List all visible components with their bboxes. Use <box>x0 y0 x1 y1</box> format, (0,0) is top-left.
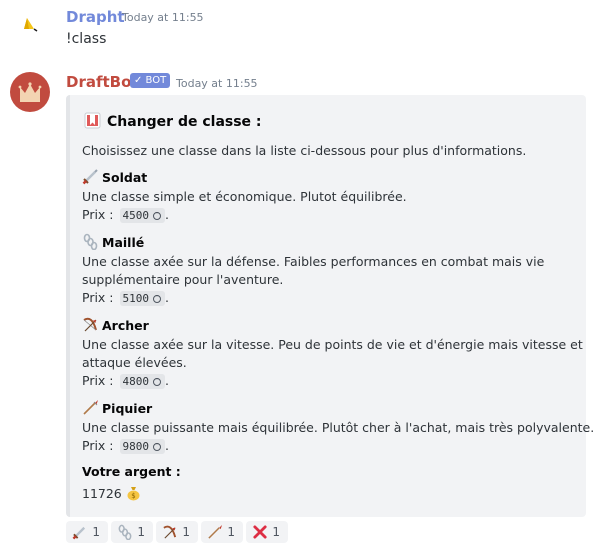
money-bag-icon <box>153 295 161 303</box>
price-value: 9800 <box>119 439 165 454</box>
price-suffix: . <box>165 290 169 305</box>
price-prefix: Prix : <box>82 373 114 388</box>
bow-and-arrow-icon <box>83 317 97 332</box>
class-price: Prix : 4800. <box>82 373 169 389</box>
price-amount: 4500 <box>122 209 150 222</box>
class-name-label: Soldat <box>102 170 148 185</box>
class-name-label: Archer <box>102 318 149 333</box>
pike-icon <box>83 400 98 415</box>
dagger-icon <box>82 169 98 185</box>
money-bag-icon <box>153 378 161 386</box>
class-name-piquier: Piquier <box>82 399 152 416</box>
price-prefix: Prix : <box>82 290 114 305</box>
class-price: Prix : 9800. <box>82 438 169 454</box>
embed-title: Changer de classe : <box>84 112 262 130</box>
reaction-cross-mark[interactable]: 1 <box>246 521 288 543</box>
bow-and-arrow-icon <box>163 525 177 539</box>
money-amount: 11726 <box>82 486 122 501</box>
reaction-pike[interactable]: 1 <box>201 521 243 543</box>
class-description: Une classe axée sur la défense. Faibles … <box>82 254 545 269</box>
price-suffix: . <box>165 207 169 222</box>
username-draftbot[interactable]: DraftBot <box>66 73 139 91</box>
reaction-count: 1 <box>227 525 235 539</box>
dagger-icon <box>72 526 86 540</box>
reaction-count: 1 <box>272 525 280 539</box>
timestamp: Today at 11:55 <box>176 77 258 90</box>
class-embed: Changer de classe : Choisissez une class… <box>66 95 594 517</box>
price-prefix: Prix : <box>82 438 114 453</box>
class-name-maille: Maillé <box>82 233 144 250</box>
reaction-dagger[interactable]: 1 <box>66 521 108 543</box>
message-content: !class <box>66 31 107 47</box>
timestamp: Today at 11:55 <box>122 11 204 24</box>
embed-intro: Choisissez une classe dans la liste ci-d… <box>82 143 527 158</box>
crown-icon <box>18 82 42 102</box>
money-bag-icon: $ <box>127 487 140 501</box>
price-suffix: . <box>165 438 169 453</box>
class-name-soldat: Soldat <box>82 168 147 185</box>
bookmark-icon <box>84 112 101 129</box>
money-value: 11726 $ <box>82 485 141 501</box>
price-suffix: . <box>165 373 169 388</box>
reaction-count: 1 <box>92 525 100 539</box>
cross-mark-icon <box>253 525 267 539</box>
class-description: Une classe puissante mais équilibrée. Pl… <box>82 420 595 435</box>
price-value: 5100 <box>119 291 165 306</box>
price-amount: 9800 <box>122 440 150 453</box>
class-name-label: Maillé <box>102 235 145 250</box>
bot-badge: ✓ BOT <box>130 73 171 88</box>
reaction-count: 1 <box>182 525 190 539</box>
money-label: Votre argent : <box>82 464 181 479</box>
message-drapht: Drapht Today at 11:55 !class <box>0 0 613 60</box>
money-bag-icon <box>153 212 161 220</box>
class-description: Une classe axée sur la vitesse. Peu de p… <box>82 337 583 352</box>
class-price: Prix : 4500. <box>82 207 169 223</box>
avatar-drapht[interactable] <box>10 4 50 44</box>
price-amount: 4800 <box>122 375 150 388</box>
class-description: attaque élevées. <box>82 355 187 370</box>
price-value: 4800 <box>119 374 165 389</box>
yellow-wedge-icon <box>24 18 38 32</box>
chains-icon <box>83 233 98 250</box>
price-value: 4500 <box>119 208 165 223</box>
pike-icon <box>208 524 223 539</box>
reaction-bow-and-arrow[interactable]: 1 <box>156 521 198 543</box>
svg-text:$: $ <box>131 492 135 500</box>
username-drapht[interactable]: Drapht <box>66 8 125 26</box>
reaction-chains[interactable]: 1 <box>111 521 153 543</box>
money-bag-icon <box>153 443 161 451</box>
embed-title-text: Changer de classe : <box>107 114 262 130</box>
class-price: Prix : 5100. <box>82 290 169 306</box>
chains-icon <box>118 524 132 540</box>
reaction-count: 1 <box>137 525 145 539</box>
class-name-archer: Archer <box>82 316 149 333</box>
class-name-label: Piquier <box>102 401 153 416</box>
avatar-draftbot[interactable] <box>10 72 50 112</box>
class-description: Une classe simple et économique. Plutot … <box>82 189 407 204</box>
class-description: supplémentaire pour l'aventure. <box>82 272 284 287</box>
price-prefix: Prix : <box>82 207 114 222</box>
price-amount: 5100 <box>122 292 150 305</box>
